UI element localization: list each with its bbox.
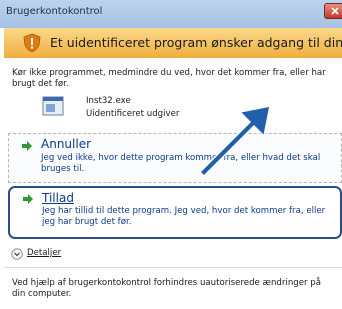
divider xyxy=(4,267,342,268)
dialog-content: Kør ikke programmet, medmindre du ved, h… xyxy=(4,58,342,309)
green-arrow-icon xyxy=(23,194,33,204)
warning-text: Et uidentificeret program ønsker adgang … xyxy=(50,35,342,50)
details-label: Detaljer xyxy=(27,248,62,258)
chevron-down-icon xyxy=(11,248,23,260)
cancel-option[interactable]: Annuller Jeg ved ikke, hvor dette progra… xyxy=(8,133,342,183)
shield-warning-icon xyxy=(23,33,41,53)
allow-description: Jeg har tillid til dette program. Jeg ve… xyxy=(42,206,326,227)
application-icon xyxy=(42,96,64,116)
green-arrow-icon xyxy=(22,141,32,151)
allow-option[interactable]: Tillad Jeg har tillid til dette program.… xyxy=(8,186,342,239)
uac-dialog: Brugerkontokontrol Et uidentificeret pro… xyxy=(0,0,342,309)
pointer-arrow-icon xyxy=(198,105,271,178)
intro-text: Kør ikke programmet, medmindre du ved, h… xyxy=(12,68,326,89)
title-bar[interactable]: Brugerkontokontrol xyxy=(0,0,342,28)
close-button[interactable] xyxy=(324,3,342,19)
allow-label: Tillad xyxy=(42,191,74,205)
details-toggle[interactable]: Detaljer xyxy=(8,247,128,263)
warning-header: Et uidentificeret program ønsker adgang … xyxy=(4,28,342,59)
footer-text: Ved hjælp af brugerkontokontrol forhindr… xyxy=(12,278,321,299)
cancel-label: Annuller xyxy=(41,137,92,151)
close-icon xyxy=(331,7,339,15)
publisher-label: Uidentificeret udgiver xyxy=(86,109,180,119)
window-title: Brugerkontokontrol xyxy=(6,6,103,17)
program-name: Inst32.exe xyxy=(86,96,131,106)
